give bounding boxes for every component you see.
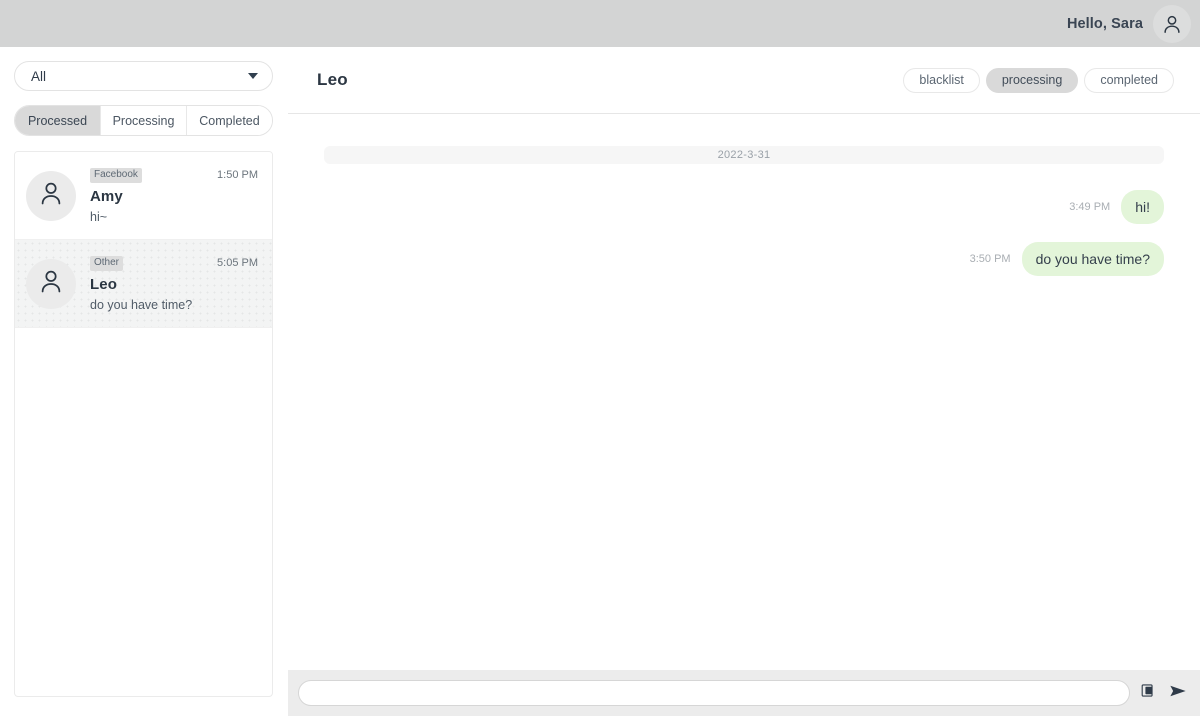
processing-button-label: processing xyxy=(1001,73,1063,87)
status-badge: Other xyxy=(90,255,124,271)
filter-dropdown[interactable]: All xyxy=(14,61,273,91)
filter-dropdown-value: All xyxy=(31,68,47,84)
message-input[interactable] xyxy=(298,680,1130,706)
list-item[interactable]: Facebook 1:50 PM Amy hi~ xyxy=(15,152,272,240)
segment-processed[interactable]: Processed xyxy=(15,106,101,135)
message-time: 3:49 PM xyxy=(1069,201,1111,214)
message-composer xyxy=(288,670,1200,716)
chevron-down-icon xyxy=(248,73,258,79)
list-item-name: Leo xyxy=(90,275,117,293)
list-item-body: Facebook 1:50 PM Amy hi~ xyxy=(90,167,258,224)
send-button[interactable] xyxy=(1168,683,1188,703)
processing-button[interactable]: processing xyxy=(985,67,1079,93)
list-item-preview: hi~ xyxy=(90,209,108,224)
message-bubble: hi! xyxy=(1121,190,1164,225)
user-avatar-icon xyxy=(37,179,65,212)
conversation-list[interactable]: Facebook 1:50 PM Amy hi~ Other 5:05 PM L… xyxy=(14,151,273,697)
list-item-body: Other 5:05 PM Leo do you have time? xyxy=(90,255,258,312)
image-attachment-icon xyxy=(1141,682,1158,704)
user-avatar-button[interactable] xyxy=(1153,4,1191,43)
list-item-meta: Other 5:05 PM xyxy=(90,255,258,271)
date-divider-label: 2022-3-31 xyxy=(324,146,1164,164)
message-bubble: do you have time? xyxy=(1021,242,1164,277)
chat-panel: Leo blacklist processing completed 2022-… xyxy=(288,47,1200,716)
list-item[interactable]: Other 5:05 PM Leo do you have time? xyxy=(15,240,272,328)
message-row: 3:50 PM do you have time? xyxy=(324,242,1164,277)
completed-button-label: completed xyxy=(1100,73,1158,87)
message-row: 3:49 PM hi! xyxy=(324,190,1164,225)
chat-action-buttons: blacklist processing completed xyxy=(903,67,1174,93)
segment-completed-label: Completed xyxy=(199,113,260,128)
date-divider: 2022-3-31 xyxy=(324,146,1164,164)
main-content: All Processed Processing Completed Faceb… xyxy=(0,47,1200,716)
sidebar: All Processed Processing Completed Faceb… xyxy=(0,47,288,716)
user-avatar-icon xyxy=(37,267,65,300)
top-bar: Hello, Sara xyxy=(0,0,1200,47)
segment-completed[interactable]: Completed xyxy=(187,106,272,135)
send-icon xyxy=(1169,682,1187,705)
segment-processing-label: Processing xyxy=(112,113,175,128)
status-badge: Facebook xyxy=(90,167,142,183)
chat-header: Leo blacklist processing completed xyxy=(288,47,1200,114)
segment-processing[interactable]: Processing xyxy=(101,106,187,135)
segment-processed-label: Processed xyxy=(27,113,88,128)
status-segmented-control: Processed Processing Completed xyxy=(14,105,273,136)
list-item-meta: Facebook 1:50 PM xyxy=(90,167,258,183)
blacklist-button[interactable]: blacklist xyxy=(903,67,980,93)
list-item-preview: do you have time? xyxy=(90,297,193,312)
message-list[interactable]: 2022-3-31 3:49 PM hi! 3:50 PM do you hav… xyxy=(288,114,1200,670)
page-title: Leo xyxy=(317,70,348,89)
greeting-text: Hello, Sara xyxy=(1066,15,1143,32)
list-item-name: Amy xyxy=(90,187,123,205)
avatar xyxy=(26,170,76,221)
list-item-time: 5:05 PM xyxy=(217,257,258,269)
avatar xyxy=(26,258,76,309)
message-time: 3:50 PM xyxy=(969,253,1011,266)
list-item-time: 1:50 PM xyxy=(217,169,258,181)
user-avatar-icon xyxy=(1161,13,1183,35)
completed-button[interactable]: completed xyxy=(1084,67,1174,93)
blacklist-button-label: blacklist xyxy=(919,73,964,87)
image-attachment-button[interactable] xyxy=(1139,683,1159,703)
